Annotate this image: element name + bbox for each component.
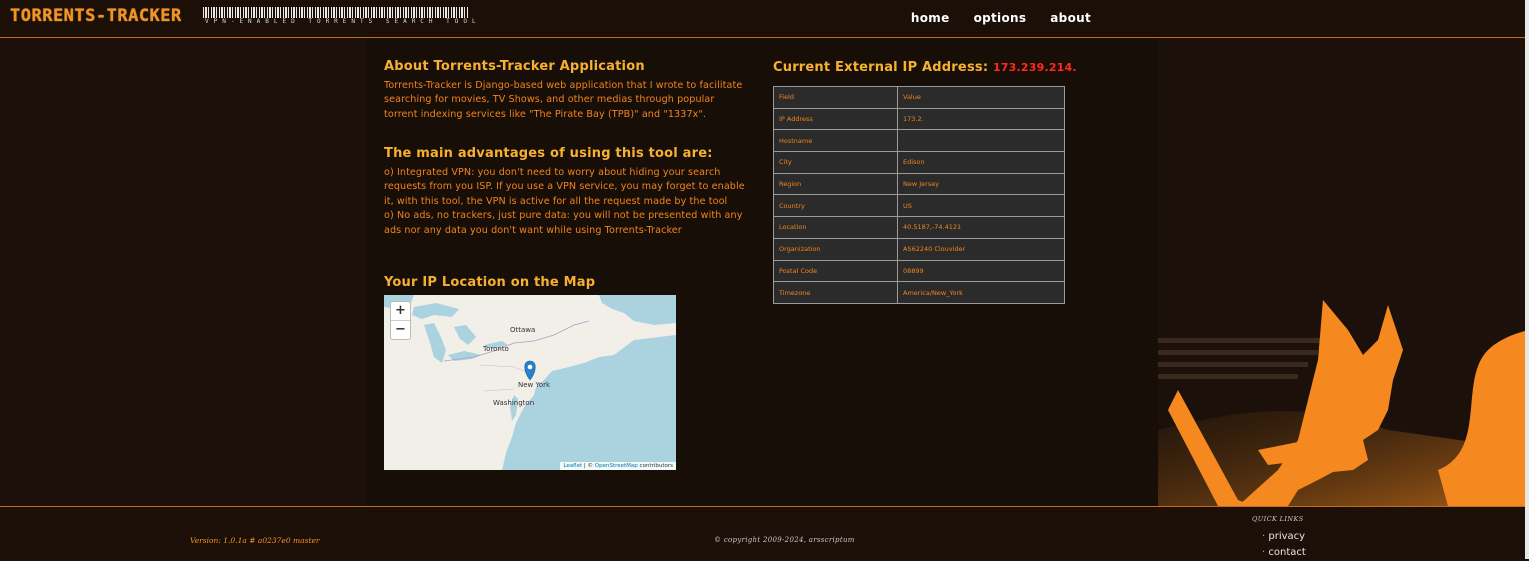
map-title: Your IP Location on the Map [384,275,596,290]
quick-links-title: QUICK LINKS [1252,515,1304,523]
nav-options-link[interactable]: options [974,11,1027,25]
version-info: Version: 1.0.1a # a0237e0 master [190,536,320,545]
table-row: Region New Jersey [773,172,1065,196]
copyright-notice: © copyright 2009-2024, arsscriptum [714,536,855,544]
leaflet-link[interactable]: Leaflet [563,463,582,469]
fox-mascot-illustration [1158,300,1529,506]
row-field: Hostname [773,129,898,153]
row-field: City [773,151,898,174]
row-value: New Jersey [897,172,1065,196]
table-row: IP Address 173.2. [773,107,1065,131]
nav-home-link[interactable]: home [911,11,950,25]
privacy-link[interactable]: privacy [1262,529,1306,545]
barcode-graphic [203,7,468,18]
row-field: Timezone [773,281,898,304]
table-row: Country US [773,194,1065,218]
advantages-title: The main advantages of using this tool a… [384,146,713,161]
ip-info-table: Field Value IP Address 173.2. Hostname C… [773,86,1065,304]
table-header-row: Field Value [773,86,1065,109]
row-value: Edison [897,151,1065,174]
row-value: 08899 [897,259,1065,283]
row-value [897,129,1065,153]
row-value: 40.5187,-74.4121 [897,216,1065,239]
table-row: Timezone America/New_York [773,281,1065,304]
about-title: About Torrents-Tracker Application [384,59,645,74]
header: TORRENTS-TRACKER VPN-ENABLED TORRENTS SE… [0,0,1529,38]
quick-links: privacy contact [1262,529,1306,561]
map-label-ottawa: Ottawa [510,326,536,334]
table-row: Hostname [773,129,1065,153]
row-value: AS62240 Clouvider [897,237,1065,261]
column-header-field: Field [773,86,898,109]
row-value: 173.2. [897,107,1065,131]
ip-address-value: 173.239.214. [992,61,1077,74]
nav-about-link[interactable]: about [1050,11,1091,25]
advantage-item: o) No ads, no trackers, just pure data: … [384,210,743,236]
advantage-item: o) Integrated VPN: you don't need to wor… [384,167,745,207]
map-label-toronto: Toronto [483,345,509,353]
row-field: Location [773,216,898,239]
ip-location-map[interactable]: Ottawa Toronto New York Washington + − L… [384,295,676,470]
row-field: Country [773,194,898,218]
table-row: Postal Code 08899 [773,259,1065,283]
site-logo[interactable]: TORRENTS-TRACKER [10,6,182,26]
about-intro: Torrents-Tracker is Django-based web app… [384,80,743,120]
row-value: US [897,194,1065,218]
site-tagline: VPN-ENABLED TORRENTS SEARCH TOOL [205,18,481,25]
osm-link[interactable]: OpenStreetMap [595,463,638,469]
ip-heading-label: Current External IP Address: [773,60,989,75]
row-field: Organization [773,237,898,261]
advantages-list: o) Integrated VPN: you don't need to wor… [384,166,749,238]
row-field: Postal Code [773,259,898,283]
map-attribution: Leaflet | © OpenStreetMap contributors [560,462,676,470]
row-value: America/New_York [897,281,1065,304]
column-header-value: Value [897,86,1065,109]
attribution-tail: contributors [637,463,673,469]
table-row: Organization AS62240 Clouvider [773,237,1065,261]
row-field: Region [773,172,898,196]
footer: Version: 1.0.1a # a0237e0 master © copyr… [0,506,1529,560]
table-row: City Edison [773,151,1065,174]
attribution-separator: | © [582,463,595,469]
map-zoom-control: + − [390,301,411,340]
zoom-in-button[interactable]: + [391,302,410,321]
vertical-scrollbar[interactable] [1525,0,1529,559]
map-label-washington: Washington [493,399,535,407]
ip-heading: Current External IP Address: 173.239.214… [773,60,1077,75]
main-nav: home options about [911,11,1091,25]
table-row: Location 40.5187,-74.4121 [773,216,1065,239]
row-field: IP Address [773,107,898,131]
map-label-new-york: New York [518,381,551,389]
zoom-out-button[interactable]: − [391,321,410,339]
